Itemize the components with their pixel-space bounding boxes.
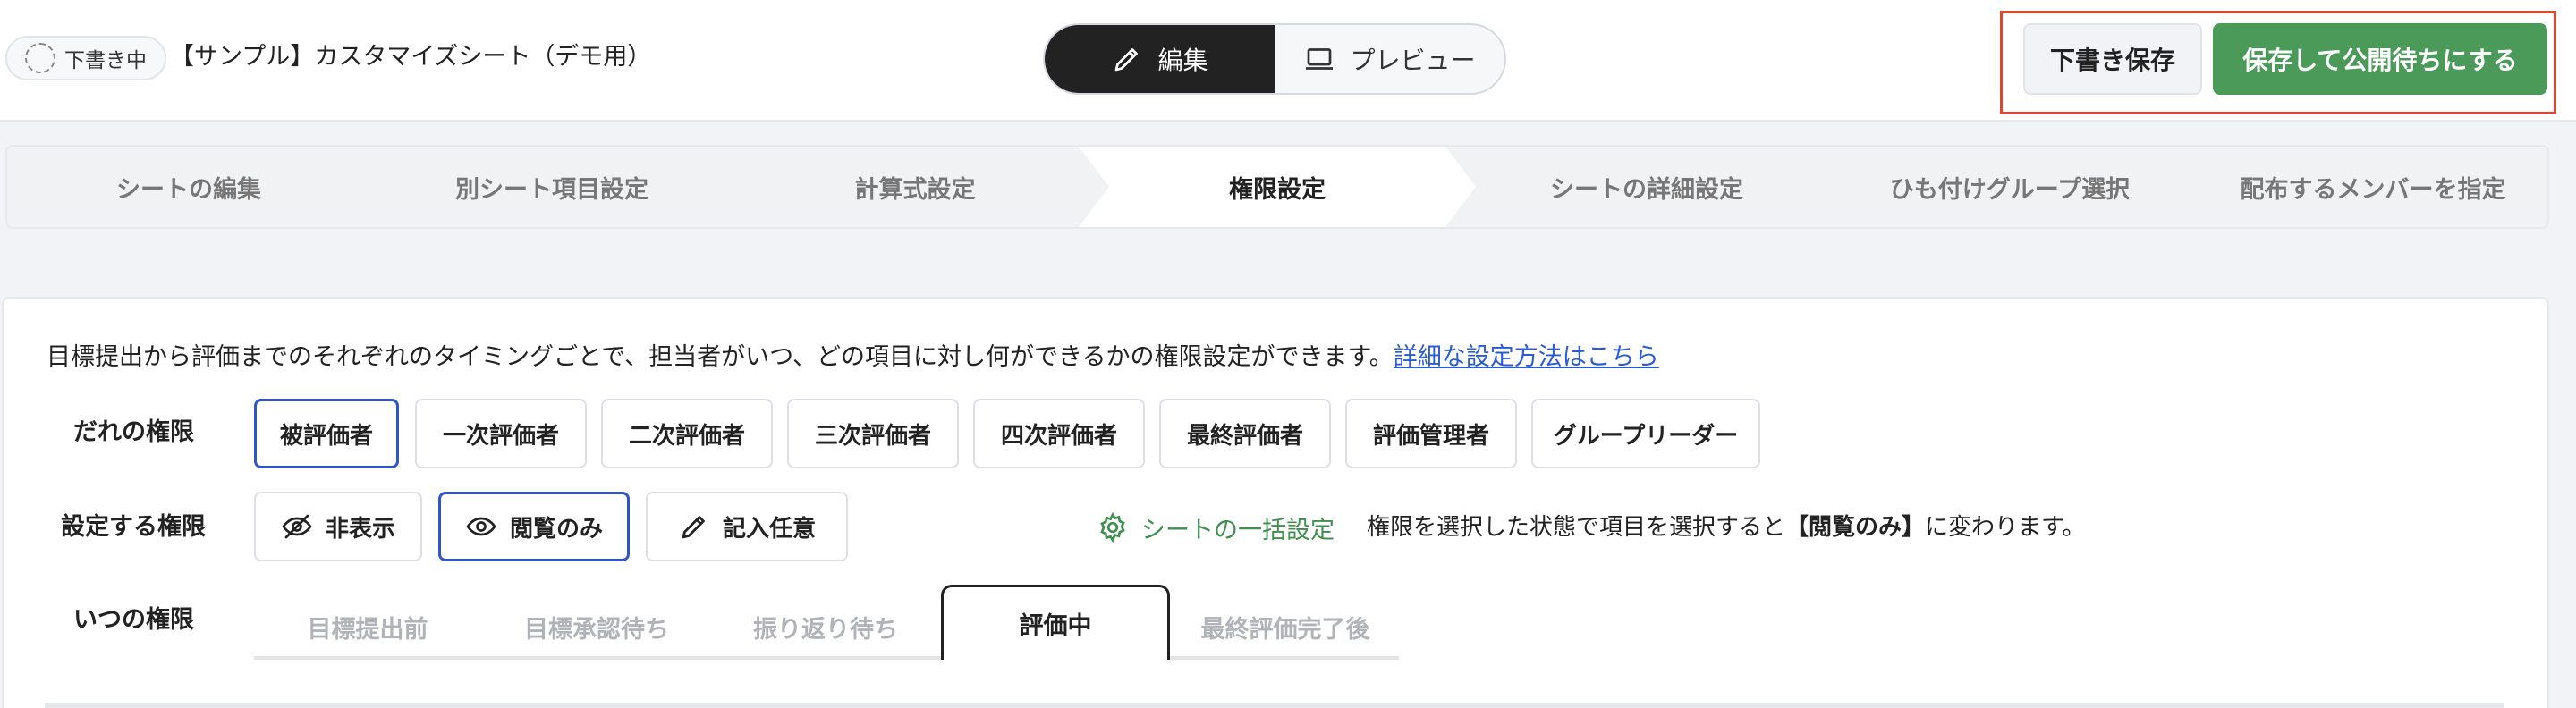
gear-icon bbox=[1100, 511, 1125, 544]
perm-option-optional-entry[interactable]: 記入任意 bbox=[646, 492, 848, 561]
timing-tab-awaiting-review[interactable]: 振り返り待ち bbox=[714, 597, 937, 656]
when-label: いつの権限 bbox=[73, 606, 194, 634]
pencil-icon bbox=[1115, 48, 1139, 72]
hint-post: に変わります。 bbox=[1925, 514, 2086, 541]
laptop-icon bbox=[1306, 48, 1334, 70]
permission-label: 設定する権限 bbox=[61, 513, 206, 541]
app-header: 下書き中 【サンプル】カスタマイズシート（デモ用） 編集 プレビュー 下書き保存… bbox=[0, 0, 2576, 122]
draft-status-label: 下書き中 bbox=[64, 49, 147, 72]
step-group-link[interactable]: ひも付けグループ選択 bbox=[1828, 147, 2191, 227]
timing-tab-before-goal-submit[interactable]: 目標提出前 bbox=[256, 597, 479, 656]
step-permissions[interactable]: 権限設定 bbox=[1079, 147, 1476, 227]
save-publish-button[interactable]: 保存して公開待ちにする bbox=[2213, 23, 2547, 95]
step-sheet-edit[interactable]: シートの編集 bbox=[7, 147, 370, 227]
step-navigation: シートの編集 別シート項目設定 計算式設定 権限設定 シートの詳細設定 ひも付け… bbox=[5, 145, 2549, 229]
perm-option-view-only[interactable]: 閲覧のみ bbox=[438, 492, 630, 561]
timing-tab-awaiting-goal-approval[interactable]: 目標承認待ち bbox=[485, 597, 708, 656]
preview-mode-button[interactable]: プレビュー bbox=[1275, 25, 1504, 93]
eye-off-icon bbox=[282, 514, 312, 539]
sheet-title: 【サンプル】カスタマイズシート（デモ用） bbox=[170, 43, 652, 71]
who-option-final-evaluator[interactable]: 最終評価者 bbox=[1159, 399, 1331, 468]
hint-pre: 権限を選択した状態で項目を選択すると bbox=[1367, 514, 1786, 541]
who-options: 被評価者 一次評価者 二次評価者 三次評価者 四次評価者 最終評価者 評価管理者… bbox=[254, 399, 1775, 468]
perm-option-hidden[interactable]: 非表示 bbox=[254, 492, 422, 561]
preview-mode-label: プレビュー bbox=[1350, 46, 1476, 75]
who-option-evaluatee[interactable]: 被評価者 bbox=[254, 399, 399, 468]
timing-tabs-underline bbox=[254, 656, 1399, 660]
perm-optional-label: 記入任意 bbox=[722, 515, 816, 543]
section-divider bbox=[45, 703, 2504, 708]
hint-bold: 【閲覧のみ】 bbox=[1785, 514, 1926, 541]
who-option-group-leader[interactable]: グループリーダー bbox=[1531, 399, 1760, 468]
who-label: だれの権限 bbox=[73, 418, 194, 446]
pencil-icon bbox=[682, 516, 705, 539]
who-option-eval-admin[interactable]: 評価管理者 bbox=[1345, 399, 1517, 468]
settings-help-link[interactable]: 詳細な設定方法はこちら bbox=[1394, 343, 1659, 371]
step-distribute-members[interactable]: 配布するメンバーを指定 bbox=[2191, 147, 2555, 227]
timing-tab-evaluating[interactable]: 評価中 bbox=[941, 585, 1170, 660]
step-sheet-details[interactable]: シートの詳細設定 bbox=[1465, 147, 1828, 227]
draft-status-icon bbox=[25, 43, 55, 73]
permission-hint: 権限を選択した状態で項目を選択すると【閲覧のみ】に変わります。 bbox=[1367, 510, 2085, 545]
save-draft-button[interactable]: 下書き保存 bbox=[2023, 23, 2202, 95]
edit-mode-button[interactable]: 編集 bbox=[1045, 25, 1275, 93]
bulk-setting-label: シートの一括設定 bbox=[1141, 516, 1335, 544]
permissions-description: 目標提出から評価までのそれぞれのタイミングごとで、担当者がいつ、どの項目に対し何… bbox=[47, 340, 1659, 375]
who-option-first-evaluator[interactable]: 一次評価者 bbox=[415, 399, 587, 468]
description-text: 目標提出から評価までのそれぞれのタイミングごとで、担当者がいつ、どの項目に対し何… bbox=[47, 343, 1394, 371]
bulk-setting-link[interactable]: シートの一括設定 bbox=[1097, 510, 1335, 545]
draft-status-badge: 下書き中 bbox=[5, 36, 166, 80]
eye-icon bbox=[466, 517, 496, 536]
who-option-second-evaluator[interactable]: 二次評価者 bbox=[601, 399, 773, 468]
permission-options: 非表示 閲覧のみ 記入任意 bbox=[254, 492, 880, 561]
edit-mode-label: 編集 bbox=[1157, 46, 1208, 75]
who-option-third-evaluator[interactable]: 三次評価者 bbox=[787, 399, 959, 468]
perm-view-only-label: 閲覧のみ bbox=[509, 515, 603, 543]
perm-hidden-label: 非表示 bbox=[325, 515, 395, 543]
mode-toggle: 編集 プレビュー bbox=[1043, 23, 1506, 95]
step-formula[interactable]: 計算式設定 bbox=[733, 147, 1097, 227]
who-option-fourth-evaluator[interactable]: 四次評価者 bbox=[973, 399, 1145, 468]
timing-tab-after-final-eval[interactable]: 最終評価完了後 bbox=[1172, 597, 1399, 656]
step-other-sheet-items[interactable]: 別シート項目設定 bbox=[370, 147, 733, 227]
